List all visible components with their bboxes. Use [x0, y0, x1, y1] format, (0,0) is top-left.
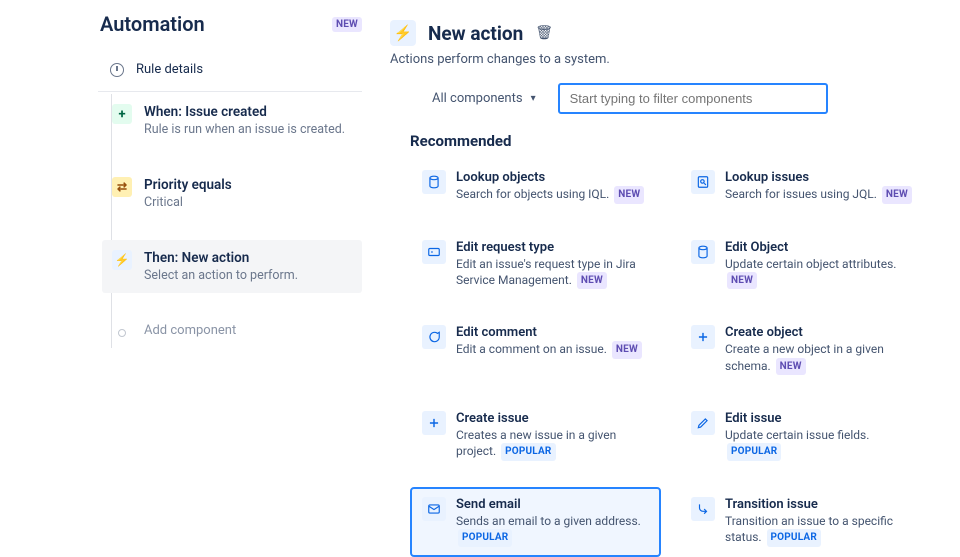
step-subtitle: Critical — [144, 195, 232, 210]
db-icon — [691, 240, 715, 264]
step-then[interactable]: ⚡ Then: New action Select an action to p… — [102, 240, 362, 293]
form-icon — [422, 240, 446, 264]
card-title: Edit Object — [725, 240, 918, 255]
card-description: Transition an issue to a specific status… — [725, 513, 918, 547]
card-badge: NEW — [882, 186, 912, 204]
step-title: Then: New action — [144, 250, 298, 266]
plus-icon — [422, 411, 446, 435]
action-subtitle: Actions perform changes to a system. — [390, 52, 930, 67]
card-badge: POPULAR — [727, 443, 781, 461]
action-card-edit-request-type[interactable]: Edit request typeEdit an issue's request… — [410, 230, 661, 300]
delete-icon[interactable]: 🗑 — [535, 25, 553, 41]
chevron-down-icon: ▾ — [531, 93, 536, 104]
action-header: ⚡ New action 🗑 — [390, 20, 930, 46]
clock-icon — [110, 63, 124, 77]
card-description: Creates a new issue in a given project. … — [456, 427, 649, 461]
card-description: Update certain object attributes. NEW — [725, 256, 918, 290]
card-badge: POPULAR — [501, 443, 555, 461]
rule-details[interactable]: Rule details — [100, 54, 362, 91]
comment-icon — [422, 325, 446, 349]
card-badge: NEW — [776, 358, 806, 376]
action-card-create-issue[interactable]: Create issueCreates a new issue in a giv… — [410, 401, 661, 471]
action-card-edit-issue[interactable]: Edit issueUpdate certain issue fields. P… — [679, 401, 930, 471]
card-title: Edit comment — [456, 325, 642, 340]
card-badge: NEW — [612, 341, 642, 359]
step-when[interactable]: + When: Issue created Rule is run when a… — [102, 94, 362, 147]
action-title: New action — [428, 22, 523, 45]
card-badge: POPULAR — [767, 529, 821, 547]
filter-input[interactable] — [558, 83, 828, 114]
card-badge: NEW — [614, 186, 644, 204]
card-description: Search for issues using JQL. NEW — [725, 186, 912, 204]
card-title: Edit issue — [725, 411, 918, 426]
components-dropdown[interactable]: All components ▾ — [420, 83, 548, 114]
card-badge: NEW — [577, 272, 607, 290]
card-badge: NEW — [727, 272, 757, 290]
action-card-edit-object[interactable]: Edit ObjectUpdate certain object attribu… — [679, 230, 930, 300]
card-badge: POPULAR — [458, 529, 512, 547]
action-card-lookup-objects[interactable]: Lookup objectsSearch for objects using I… — [410, 160, 661, 214]
plus-icon — [691, 325, 715, 349]
action-card-edit-comment[interactable]: Edit commentEdit a comment on an issue. … — [410, 315, 661, 385]
branch-icon — [691, 497, 715, 521]
step-title: When: Issue created — [144, 104, 345, 120]
card-description: Edit an issue's request type in Jira Ser… — [456, 256, 649, 290]
card-description: Edit a comment on an issue. NEW — [456, 341, 642, 359]
page-header: Automation NEW — [100, 12, 362, 36]
card-description: Create a new object in a given schema. N… — [725, 341, 918, 375]
mail-icon — [422, 497, 446, 521]
dropdown-label: All components — [432, 91, 523, 106]
db-icon — [422, 170, 446, 194]
shuffle-icon: ⇄ — [112, 177, 132, 197]
page-title: Automation — [100, 12, 205, 36]
recommended-heading: Recommended — [410, 132, 930, 150]
add-component[interactable]: Add component — [102, 313, 362, 348]
add-component-label: Add component — [144, 323, 236, 338]
card-title: Lookup objects — [456, 170, 644, 185]
rule-details-label: Rule details — [136, 62, 203, 77]
circle-icon — [118, 329, 126, 337]
card-title: Create issue — [456, 411, 649, 426]
step-title: Priority equals — [144, 177, 232, 193]
plus-icon: + — [112, 104, 132, 124]
step-subtitle: Select an action to perform. — [144, 268, 298, 283]
lightning-icon: ⚡ — [390, 20, 416, 46]
action-card-transition-issue[interactable]: Transition issueTransition an issue to a… — [679, 487, 930, 557]
step-condition[interactable]: ⇄ Priority equals Critical — [102, 167, 362, 220]
card-description: Sends an email to a given address. POPUL… — [456, 513, 649, 547]
action-card-create-object[interactable]: Create objectCreate a new object in a gi… — [679, 315, 930, 385]
new-badge: NEW — [332, 17, 362, 32]
card-description: Update certain issue fields. POPULAR — [725, 427, 918, 461]
card-description: Search for objects using IQL. NEW — [456, 186, 644, 204]
card-title: Lookup issues — [725, 170, 912, 185]
lightning-icon: ⚡ — [112, 250, 132, 270]
card-title: Edit request type — [456, 240, 649, 255]
search-doc-icon — [691, 170, 715, 194]
action-card-send-email[interactable]: Send emailSends an email to a given addr… — [410, 487, 661, 557]
action-card-lookup-issues[interactable]: Lookup issuesSearch for issues using JQL… — [679, 160, 930, 214]
card-title: Transition issue — [725, 497, 918, 512]
card-title: Create object — [725, 325, 918, 340]
card-title: Send email — [456, 497, 649, 512]
pencil-icon — [691, 411, 715, 435]
step-subtitle: Rule is run when an issue is created. — [144, 122, 345, 137]
